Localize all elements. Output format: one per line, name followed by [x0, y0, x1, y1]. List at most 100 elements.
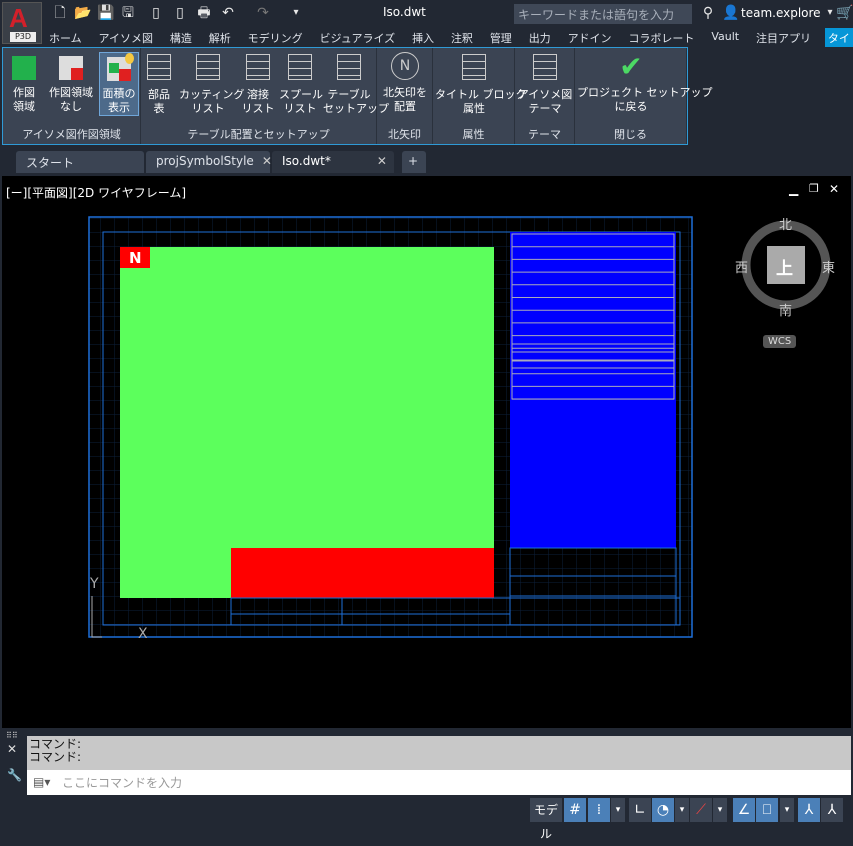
command-placeholder: ここにコマンドを入力 — [62, 776, 183, 790]
ribbon-button[interactable]: N 北矢印を 配置 — [379, 52, 431, 114]
north-arrow-n: N — [129, 249, 142, 267]
ribbon-button[interactable]: タイトル ブロック 属性 — [435, 52, 527, 116]
panel-title: テーマ — [528, 128, 561, 141]
tab-iso-dwt[interactable]: Iso.dwt* ✕ — [272, 151, 394, 173]
button-label: スプール — [279, 88, 323, 101]
object-snap-tracking-icon[interactable]: ∠ — [733, 798, 755, 822]
ucs-y-label: Y — [89, 576, 99, 592]
drawing-area-green — [120, 247, 494, 598]
tab-label: projSymbolStyle — [156, 154, 254, 168]
save-as-icon[interactable]: 🖫 — [120, 5, 136, 21]
ribbon-tab[interactable]: 構造 — [167, 28, 195, 47]
button-label: リスト — [191, 102, 225, 115]
ribbon-button[interactable]: 部品表 — [143, 52, 175, 116]
save-icon[interactable]: 💾 — [97, 5, 114, 21]
ribbon-tab[interactable]: 管理 — [487, 28, 515, 47]
ribbon-tab[interactable]: モデリング — [245, 28, 306, 47]
history-line: コマンド: — [29, 750, 82, 764]
isodraft-dropdown-icon[interactable]: ▾ — [713, 798, 727, 822]
tab-label: Iso.dwt* — [282, 154, 331, 168]
ribbon-panel-5: ✔ プロジェクト セットアップ に戻る閉じる — [575, 48, 713, 144]
button-label: に戻る — [614, 100, 648, 113]
iso-theme-icon — [531, 54, 559, 84]
polar-dropdown-icon[interactable]: ▾ — [675, 798, 689, 822]
button-label: 表示 — [108, 101, 130, 114]
tab-projsymbolstyle[interactable]: projSymbolStyle ✕ — [146, 151, 272, 173]
ribbon-tab[interactable]: タイ — [824, 28, 853, 47]
ortho-icon[interactable]: ∟ — [629, 798, 651, 822]
ribbon-button[interactable]: 作図 領域 — [5, 52, 43, 114]
model-button[interactable]: モデル — [530, 798, 562, 841]
drawing-area-red — [231, 548, 494, 598]
grip-icon[interactable]: ⠿⠿ — [6, 731, 18, 740]
grid-icon[interactable]: # — [564, 798, 586, 822]
user-name[interactable]: team.explore — [741, 6, 821, 20]
ribbon-tabs: ホーム アイソメ図 構造 解析 モデリング ビジュアライズ 挿入 注釈 管理 出力 アドイン コラボレ… — [46, 28, 853, 47]
ribbon-tab[interactable]: コラボレート — [625, 28, 697, 47]
snap-icon[interactable]: ⁞ — [588, 798, 610, 822]
cut-list-icon — [194, 54, 222, 84]
polar-icon[interactable]: ◔ — [652, 798, 674, 822]
compass-east[interactable]: 東 — [822, 257, 835, 276]
ribbon-button[interactable]: テーブル セットアップ — [323, 52, 389, 116]
command-prompt-icon[interactable]: ▤▾ — [33, 775, 50, 789]
customize-qat-icon[interactable]: ▾ — [288, 5, 304, 21]
logo-sub: P3D — [10, 32, 36, 42]
ribbon-tab[interactable]: アイソメ図 — [96, 28, 156, 47]
wrench-icon[interactable]: 🔧 — [7, 768, 22, 782]
open-icon[interactable]: 📂 — [74, 5, 91, 21]
ribbon-tab[interactable]: Vault — [708, 28, 742, 47]
ribbon-tab[interactable]: ホーム — [46, 28, 85, 47]
close-icon[interactable]: ✕ — [377, 154, 387, 168]
isodraft-icon[interactable]: ⟋ — [690, 798, 712, 822]
ribbon-button[interactable]: カッティング リスト — [179, 52, 244, 116]
compass-south[interactable]: 南 — [779, 300, 792, 319]
ribbon-tab[interactable]: 注目アプリ — [753, 28, 814, 47]
compass-west[interactable]: 西 — [735, 257, 748, 276]
ribbon-button[interactable]: 作図領域 なし — [43, 52, 99, 114]
close-icon[interactable]: ✕ — [262, 154, 272, 168]
tab-start[interactable]: スタート — [16, 151, 144, 173]
command-input[interactable]: ▤▾ ここにコマンドを入力 — [27, 770, 851, 795]
ribbon-tab[interactable]: ビジュアライズ — [317, 28, 399, 47]
ribbon-button[interactable]: 面積の 表示 — [99, 52, 139, 116]
ribbon-tab[interactable]: アドイン — [565, 28, 615, 47]
app-menu-button[interactable]: A P3D — [2, 2, 42, 44]
export-icon[interactable]: ▯ — [148, 5, 164, 21]
share-icon[interactable]: ▯ — [172, 5, 188, 21]
ribbon-button[interactable]: アイソメ図 テーマ — [517, 52, 573, 116]
ribbon-panel-3: タイトル ブロック 属性 属性 — [433, 48, 527, 144]
command-line: ⠿⠿ ✕ 🔧 コマンド: コマンド: ▤▾ ここにコマンドを入力 — [0, 728, 853, 798]
ribbon-tab[interactable]: 注釈 — [448, 28, 476, 47]
ribbon-tab[interactable]: 出力 — [526, 28, 554, 47]
cart-icon[interactable]: 🛒 — [836, 5, 853, 21]
undo-icon[interactable]: ↶ — [220, 5, 236, 21]
auto-scale-icon[interactable]: ⅄ — [821, 798, 843, 822]
compass-north[interactable]: 北 — [779, 214, 792, 233]
redo-icon[interactable]: ↷ — [255, 5, 271, 21]
drawing-viewport[interactable]: [ー][平面図][2D ワイヤフレーム] ▁ ❐ ✕ N Y X 北 南 東 西… — [2, 176, 851, 728]
button-label: プロジェクト セットアップ — [577, 86, 713, 99]
ribbon-panel-4: アイソメ図 テーマテーマ — [515, 48, 575, 144]
osnap-dropdown-icon[interactable]: ▾ — [780, 798, 794, 822]
object-snap-icon[interactable]: ⎕ — [756, 798, 778, 822]
viewcube-top-label[interactable]: 上 — [776, 254, 793, 279]
ribbon-button[interactable]: 溶接 リスト — [239, 52, 277, 116]
button-label: 表 — [153, 102, 165, 115]
new-icon[interactable]: 🗋 — [52, 5, 68, 21]
ribbon-tab[interactable]: 解析 — [206, 28, 234, 47]
logo-letter: A — [9, 3, 28, 33]
annotation-visibility-icon[interactable]: ⅄ — [798, 798, 820, 822]
search-input[interactable]: キーワードまたは語句を入力 — [514, 4, 692, 24]
wcs-menu[interactable]: WCS — [763, 335, 797, 348]
ribbon-button[interactable]: ✔ プロジェクト セットアップ に戻る — [577, 52, 713, 114]
ribbon-panel-0: 作図 領域 作図領域 なし 面積の 表示 アイソメ図作図領域 — [3, 48, 141, 144]
ribbon-tab[interactable]: 挿入 — [409, 28, 437, 47]
print-icon[interactable]: 🖶 — [196, 5, 212, 21]
snap-dropdown-icon[interactable]: ▾ — [611, 798, 625, 822]
ribbon-button[interactable]: スプール リスト — [279, 52, 323, 116]
close-icon[interactable]: ✕ — [7, 742, 17, 756]
panel-title: 閉じる — [614, 128, 647, 141]
new-tab-button[interactable]: + — [402, 151, 426, 173]
binoculars-icon[interactable]: ⚲ — [700, 5, 716, 21]
